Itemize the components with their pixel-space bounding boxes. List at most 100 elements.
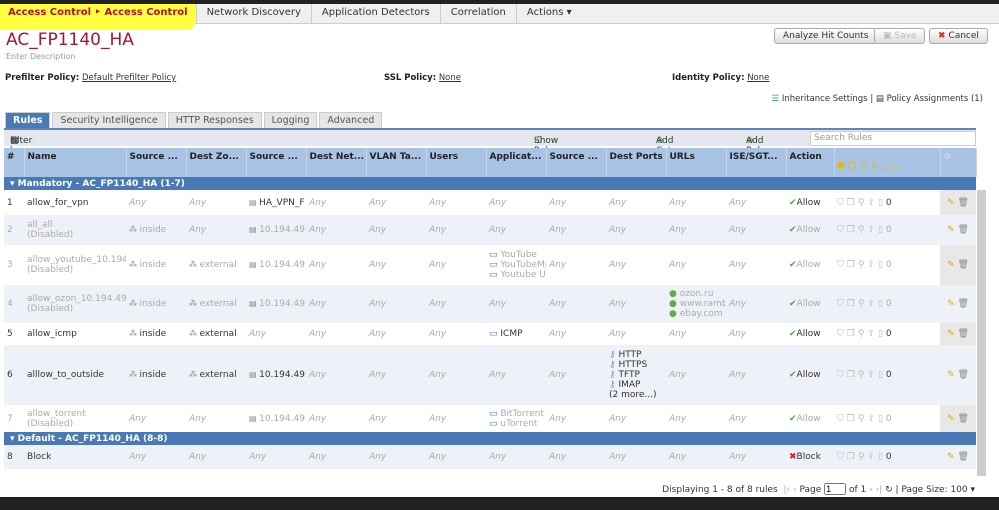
table-row[interactable]: 6 alllow_to_outside ⁂ inside ⁂ external ▤ 10… xyxy=(4,345,976,405)
nav-network-discovery[interactable]: Network Discovery xyxy=(195,4,311,23)
column-header[interactable]: VLAN Ta... xyxy=(366,148,427,177)
inheritance-settings-link[interactable]: Inheritance Settings xyxy=(782,94,868,104)
tab-http-responses[interactable]: HTTP Responses xyxy=(167,112,262,129)
nav-actions[interactable]: Actions ▾ xyxy=(515,4,582,23)
page-title: AC_FP1140_HA xyxy=(6,30,134,50)
column-header[interactable]: Name xyxy=(24,148,127,177)
category-header[interactable]: ▾ Default - AC_FP1140_HA (8-8) xyxy=(4,432,976,445)
column-header[interactable]: # xyxy=(4,148,25,177)
refresh-icon[interactable]: ↻ xyxy=(885,485,893,495)
applications-item: ▭ uTorrent xyxy=(489,419,543,429)
delete-trash-icon[interactable]: 🗑 xyxy=(957,198,968,208)
dest-ports-item: Any xyxy=(609,452,663,462)
hit-count: 0 xyxy=(885,329,892,339)
rule-name[interactable]: allow_ozon_10.194.49.((Disabled) xyxy=(24,285,126,323)
column-header[interactable]: Users xyxy=(426,148,487,177)
column-header[interactable]: URLs xyxy=(666,148,727,177)
analyze-hit-counts-button[interactable]: Analyze Hit Counts xyxy=(774,28,878,44)
source-networks-value: Any xyxy=(249,329,267,339)
edit-pencil-icon[interactable]: ✎ xyxy=(947,414,957,424)
nav-correlation[interactable]: Correlation xyxy=(439,4,516,23)
ise-sgt-value: Any xyxy=(729,197,747,208)
nav-application-detectors[interactable]: Application Detectors xyxy=(310,4,440,23)
delete-trash-icon[interactable]: 🗑 xyxy=(957,225,968,235)
tab-rules[interactable]: Rules xyxy=(5,112,51,129)
delete-trash-icon[interactable]: 🗑 xyxy=(957,260,968,270)
column-header[interactable]: Dest Net... xyxy=(306,148,367,177)
table-row[interactable]: 1 allow_for_vpn Any Any ▤ HA_VPN_F Any Any Any A… xyxy=(4,190,976,215)
edit-pencil-icon[interactable]: ✎ xyxy=(947,299,957,309)
users: Any xyxy=(426,405,486,432)
source-ports-value: Any xyxy=(549,413,567,424)
urls-item: ● www.ramb xyxy=(669,299,726,309)
rule-name[interactable]: Block xyxy=(24,445,126,469)
last-page-icon[interactable]: › ›| xyxy=(869,485,882,495)
table-row[interactable]: 4 allow_ozon_10.194.49.((Disabled) ⁂ insid… xyxy=(4,285,976,323)
page-size-select[interactable]: Page Size: 100 ▾ xyxy=(901,485,975,495)
column-header[interactable]: Source ... xyxy=(546,148,607,177)
prefilter-link[interactable]: Default Prefilter Policy xyxy=(82,73,176,83)
description-field[interactable]: Enter Description xyxy=(6,52,76,61)
category-header[interactable]: ▾ Mandatory - AC_FP1140_HA (1-7) xyxy=(4,177,976,190)
first-page-icon[interactable]: |‹ ‹ xyxy=(783,485,796,495)
column-header[interactable]: Action xyxy=(786,148,835,177)
delete-trash-icon[interactable]: 🗑 xyxy=(957,370,968,380)
edit-pencil-icon[interactable]: ✎ xyxy=(947,225,957,235)
table-row[interactable]: 7 allow_torrent (Disabled) Any Any ▤ 10.194.4… xyxy=(4,405,976,432)
tab-advanced[interactable]: Advanced xyxy=(319,112,383,129)
column-header[interactable]: Source ... xyxy=(126,148,187,177)
applications-item: Any xyxy=(489,299,543,309)
displaying-count: Displaying 1 - 8 of 8 rules xyxy=(662,485,778,495)
url-icon: ● xyxy=(669,289,680,299)
zone-icon: ⁂ xyxy=(129,329,140,338)
column-header[interactable]: Dest Zo... xyxy=(186,148,247,177)
rule-name[interactable]: allow_for_vpn xyxy=(24,190,126,215)
category-label[interactable]: ▾ Mandatory - AC_FP1140_HA (1-7) xyxy=(4,177,976,190)
identity-link[interactable]: None xyxy=(747,73,769,83)
table-row[interactable]: 5 allow_icmp ⁂ inside ⁂ external Any Any Any An… xyxy=(4,323,976,345)
source-zones-value: Any xyxy=(129,413,147,424)
table-row[interactable]: 2 all_all (Disabled) ⁂ inside Any ▤ 10.194.49… xyxy=(4,215,976,245)
delete-trash-icon[interactable]: 🗑 xyxy=(957,452,968,462)
delete-trash-icon[interactable]: 🗑 xyxy=(957,414,968,424)
delete-trash-icon[interactable]: 🗑 xyxy=(957,299,968,309)
save-button[interactable]: ▣ Save xyxy=(874,28,926,44)
dest-ports-item: Any xyxy=(609,299,663,309)
page-input[interactable] xyxy=(824,483,847,495)
table-row[interactable]: 3 allow_youtube_10.194.4 (Disabled) ⁂ insid… xyxy=(4,245,976,285)
rule-name[interactable]: alllow_to_outside xyxy=(24,345,126,405)
table-row[interactable]: 8 Block Any Any Any Any Any Any Any Any Any Any Any ✖… xyxy=(4,445,976,469)
edit-pencil-icon[interactable]: ✎ xyxy=(947,452,957,462)
category-label[interactable]: ▾ Default - AC_FP1140_HA (8-8) xyxy=(4,432,976,445)
rule-name[interactable]: allow_torrent (Disabled) xyxy=(24,405,126,432)
column-header[interactable]: Dest Ports xyxy=(606,148,667,177)
settings-gear-icon[interactable]: ⚙ xyxy=(940,148,977,177)
ise-sgt: Any xyxy=(726,345,786,405)
column-header[interactable]: Source ... xyxy=(246,148,307,177)
source-zones-value: inside xyxy=(139,225,167,235)
edit-pencil-icon[interactable]: ✎ xyxy=(947,260,957,270)
rule-number: 8 xyxy=(4,445,24,469)
ssl-link[interactable]: None xyxy=(439,73,461,83)
column-header[interactable]: Applicat... xyxy=(486,148,547,177)
source-networks: Any xyxy=(246,445,306,469)
tab-logging[interactable]: Logging xyxy=(263,112,318,129)
scrollbar[interactable] xyxy=(977,190,986,476)
edit-pencil-icon[interactable]: ✎ xyxy=(947,370,957,380)
rule-name[interactable]: all_all (Disabled) xyxy=(24,215,126,245)
column-header[interactable]: ISE/SGT... xyxy=(726,148,787,177)
rule-name[interactable]: allow_icmp xyxy=(24,323,126,345)
rule-name[interactable]: allow_youtube_10.194.4 (Disabled) xyxy=(24,245,126,285)
tab-security-intelligence[interactable]: Security Intelligence xyxy=(52,112,166,129)
delete-trash-icon[interactable]: 🗑 xyxy=(957,329,968,339)
zone-icon: ⁂ xyxy=(129,370,140,379)
search-rules-input[interactable]: Search Rules xyxy=(810,131,976,146)
policy-assignments-link[interactable]: Policy Assignments (1) xyxy=(887,94,983,104)
edit-pencil-icon[interactable]: ✎ xyxy=(947,198,957,208)
edit-pencil-icon[interactable]: ✎ xyxy=(947,329,957,339)
cancel-button[interactable]: ✖ Cancel xyxy=(929,28,988,44)
vlan-tags: Any xyxy=(366,285,426,323)
breadcrumb[interactable]: Access Control ‣ Access Control xyxy=(0,4,196,30)
page-count: of 1 xyxy=(849,485,867,495)
dest-zones: ⁂ external xyxy=(186,323,246,345)
